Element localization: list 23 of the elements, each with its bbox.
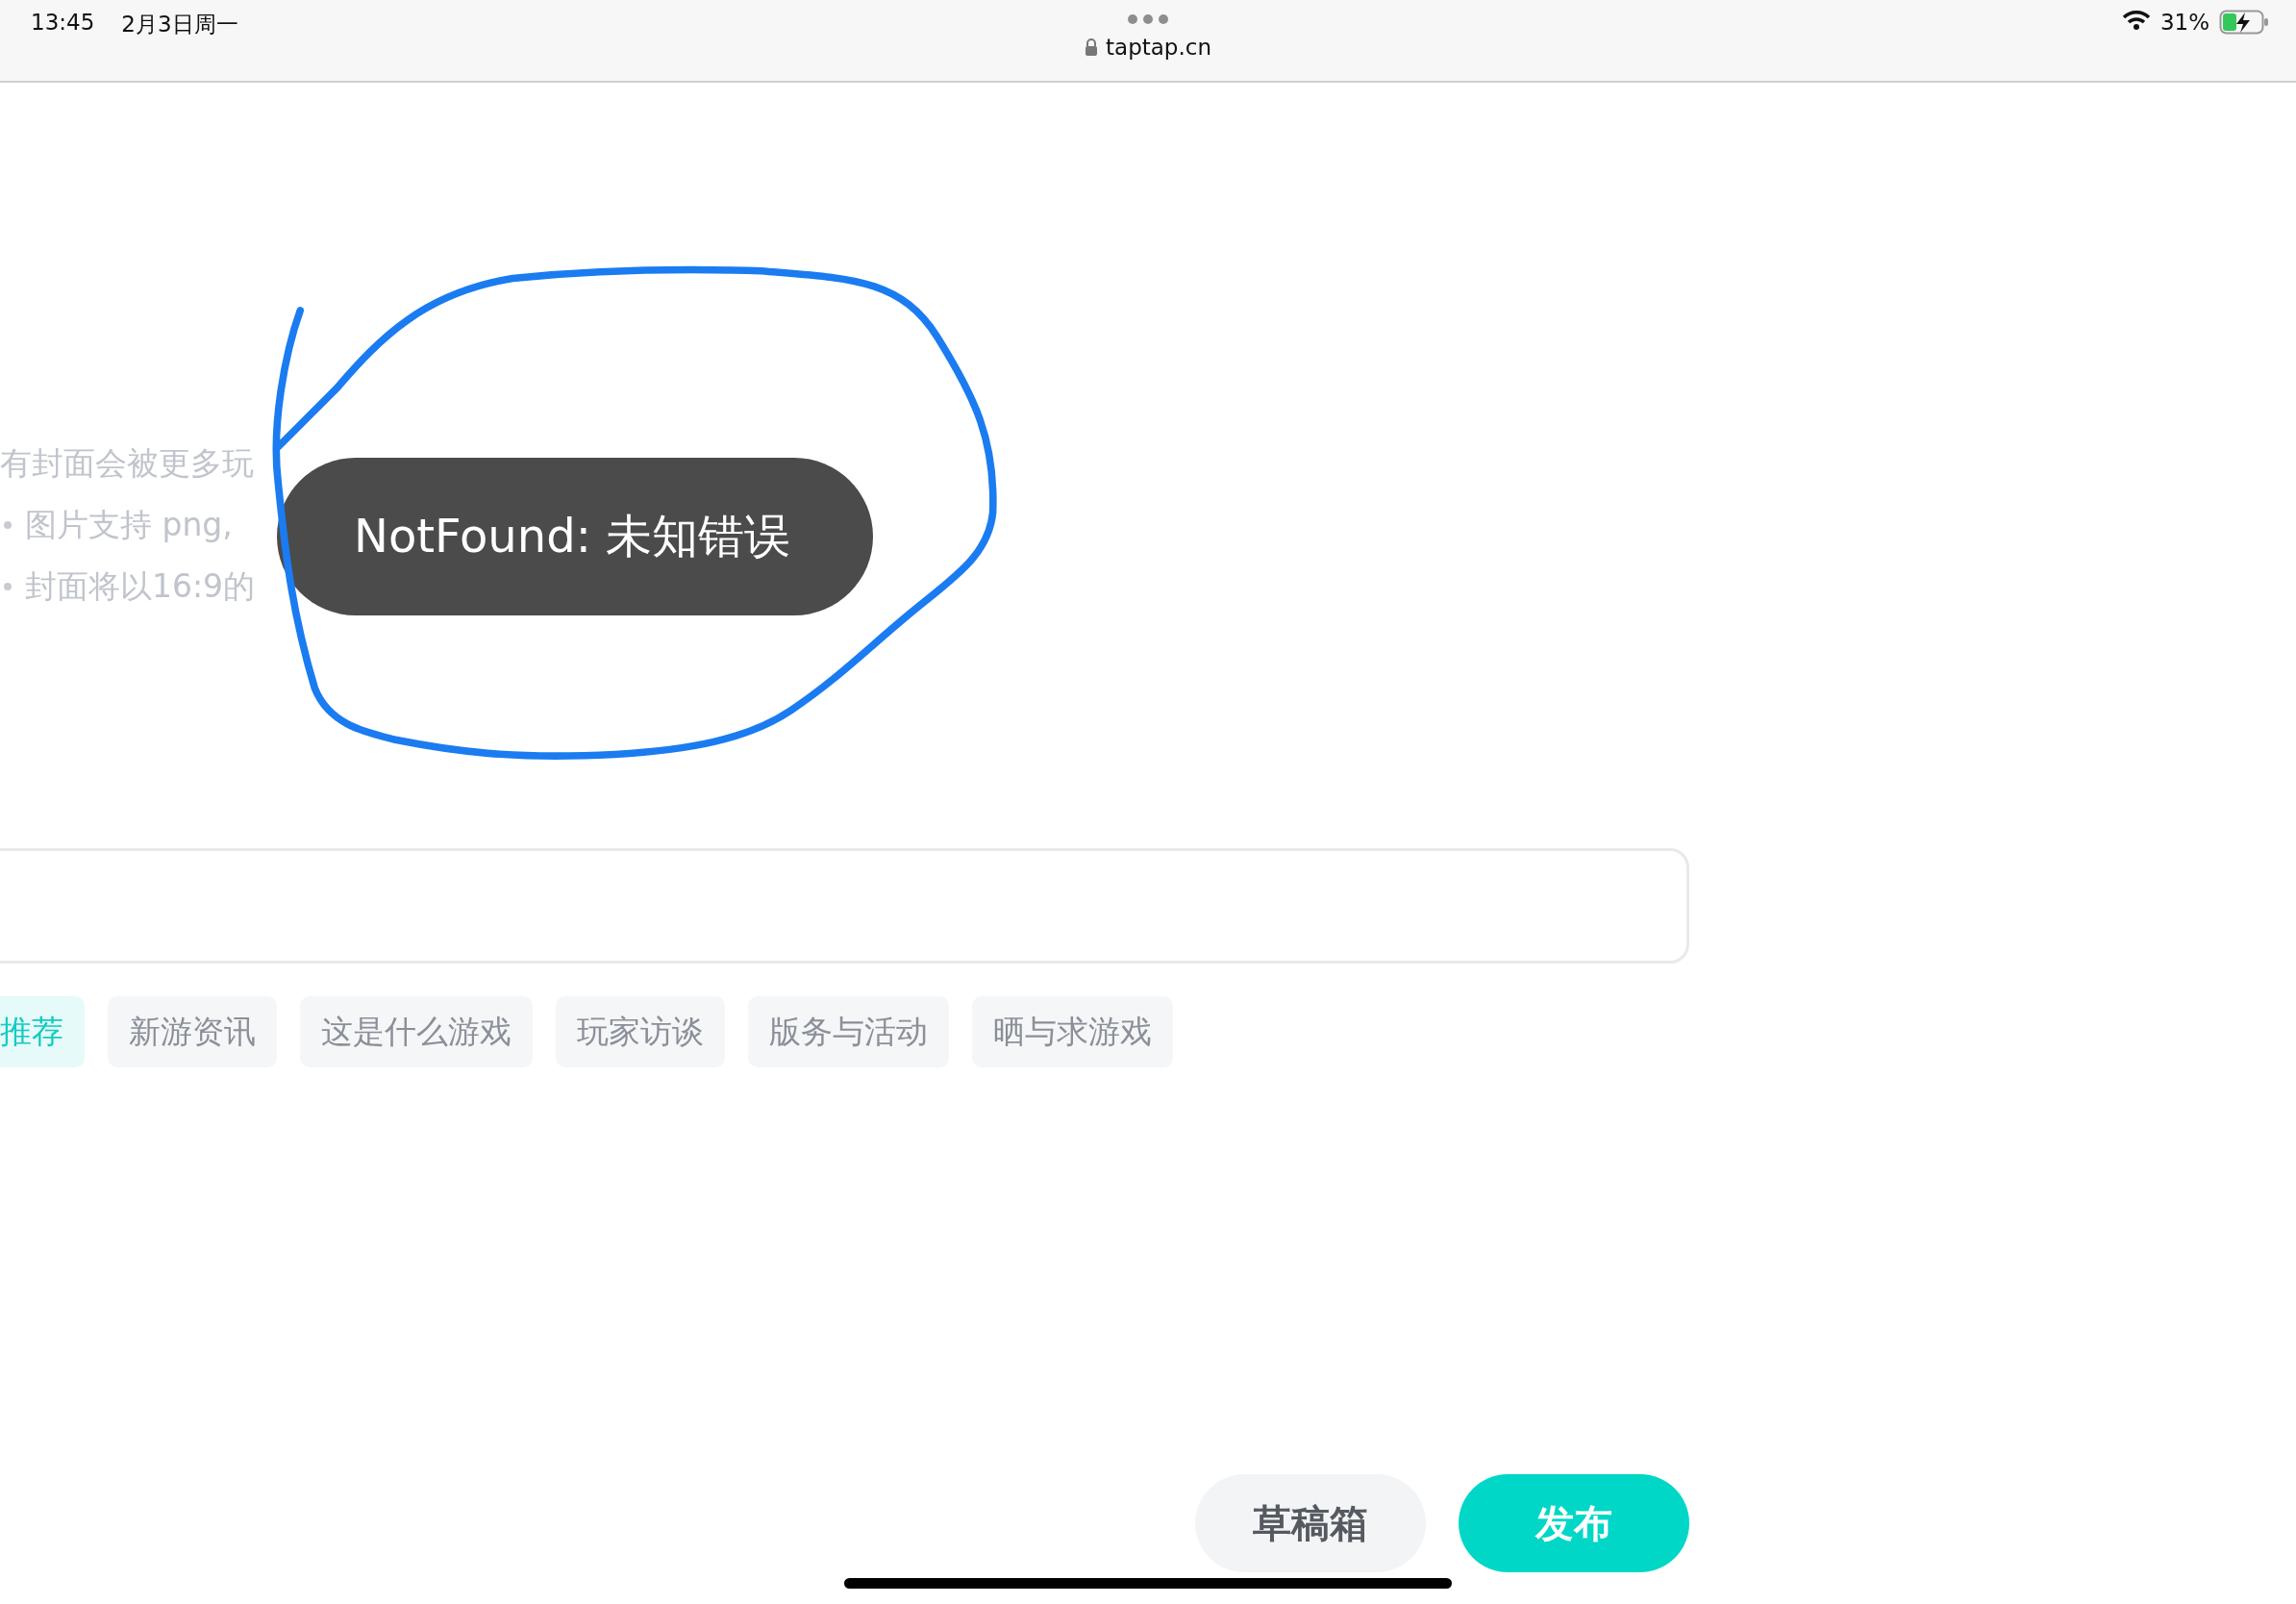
category-tag[interactable]: 推荐	[0, 996, 85, 1067]
error-toast: NotFound: 未知错误	[277, 458, 874, 615]
bullet-icon	[4, 521, 12, 529]
home-indicator[interactable]	[844, 1578, 1452, 1589]
bullet-icon	[4, 583, 12, 590]
category-tag[interactable]: 玩家访谈	[556, 996, 725, 1067]
hint-text: 有封面会被更多玩	[0, 446, 254, 481]
status-time: 13:45	[31, 10, 95, 37]
more-dots-icon[interactable]	[1127, 13, 1169, 25]
hint-text: 图片支持 png,	[25, 508, 233, 542]
category-tag[interactable]: 晒与求游戏	[972, 996, 1173, 1067]
battery-percent: 31%	[2159, 10, 2209, 35]
status-date: 2月3日周一	[121, 11, 238, 38]
drafts-button[interactable]: 草稿箱	[1195, 1474, 1426, 1572]
category-tag[interactable]: 新游资讯	[108, 996, 277, 1067]
publish-button[interactable]: 发布	[1459, 1474, 1689, 1572]
category-tag[interactable]: 版务与活动	[748, 996, 949, 1067]
address-text[interactable]: taptap.cn	[1106, 35, 1211, 60]
wifi-icon	[2121, 10, 2151, 31]
category-tag[interactable]: 这是什么游戏	[300, 996, 533, 1067]
hint-text: 封面将以16:9的	[25, 569, 256, 604]
battery-charging-icon	[2219, 10, 2269, 35]
lock-icon	[1085, 38, 1098, 57]
